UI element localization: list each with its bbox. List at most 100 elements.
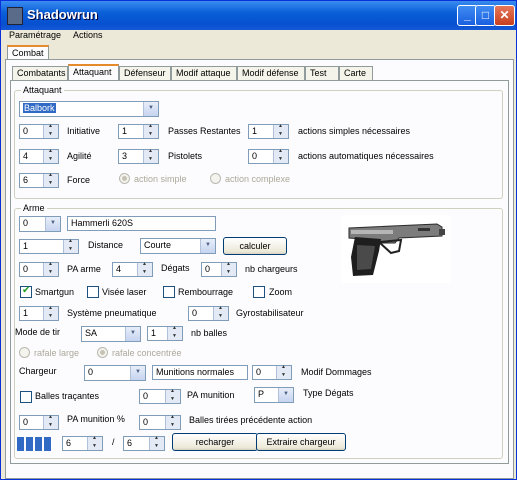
spinner-arrows-icon[interactable]: [167, 325, 182, 340]
checkbox-zoom[interactable]: [253, 286, 265, 298]
title-bar[interactable]: Shadowrun _ □ ✕: [1, 1, 516, 30]
spinner-arrows-icon[interactable]: [137, 261, 152, 276]
pa-arme-spinner[interactable]: 0: [19, 261, 59, 277]
ammo-round-icon: [44, 437, 51, 451]
pneumatique-label: Système pneumatique: [67, 308, 157, 318]
pistolets-spinner[interactable]: 3: [118, 148, 159, 164]
checkbox-smartgun[interactable]: [20, 285, 32, 298]
spinner-arrows-icon[interactable]: [87, 435, 102, 450]
distance-spinner[interactable]: 1: [19, 238, 79, 254]
tab-combat[interactable]: Combat: [7, 45, 49, 59]
chevron-down-icon[interactable]: [143, 102, 158, 116]
calculer-button[interactable]: calculer: [223, 237, 287, 255]
spinner-arrows-icon[interactable]: [63, 238, 78, 253]
spinner-arrows-icon[interactable]: [43, 261, 58, 276]
spinner-arrows-icon[interactable]: [43, 305, 58, 320]
pa-munition-pct-value: 0: [23, 417, 29, 427]
force-spinner[interactable]: 6: [19, 172, 59, 188]
distance-select[interactable]: Courte: [140, 238, 216, 254]
maximize-icon[interactable]: □: [475, 5, 496, 26]
ammo-current-spinner[interactable]: 6: [62, 435, 103, 451]
tab-carte[interactable]: Carte: [339, 66, 373, 80]
ammo-max-spinner[interactable]: 6: [123, 435, 165, 451]
force-label: Force: [67, 175, 91, 185]
chargeur-value: 0: [88, 367, 94, 377]
munitions-value: Munitions normales: [156, 367, 235, 377]
pa-munition-pct-spinner[interactable]: 0: [19, 414, 59, 430]
checkbox-balles-tracantes[interactable]: [20, 391, 32, 403]
nb-balles-spinner[interactable]: 1: [147, 325, 183, 341]
ammo-separator: /: [112, 437, 115, 447]
spinner-arrows-icon[interactable]: [143, 148, 158, 163]
chargeurs-spinner[interactable]: 0: [201, 261, 237, 277]
actions-auto-spinner[interactable]: 0: [248, 148, 289, 164]
pa-munition-label: PA munition: [187, 390, 235, 400]
recharger-button[interactable]: recharger: [172, 433, 258, 451]
chevron-down-icon[interactable]: [125, 327, 140, 341]
checkbox-visee-laser-label: Visée laser: [102, 287, 147, 297]
pa-arme-label: PA arme: [67, 264, 101, 274]
spinner-arrows-icon[interactable]: [276, 364, 291, 379]
spinner-arrows-icon[interactable]: [149, 435, 164, 450]
checkbox-rembourrage[interactable]: [163, 286, 175, 298]
distance-value: 1: [23, 241, 29, 251]
spinner-arrows-icon[interactable]: [165, 414, 180, 429]
degats-spinner[interactable]: 4: [112, 261, 153, 277]
gyro-spinner[interactable]: 0: [188, 305, 229, 321]
tab-combatants[interactable]: Combatants: [12, 66, 68, 80]
force-value: 6: [23, 175, 29, 185]
spinner-arrows-icon[interactable]: [213, 305, 228, 320]
spinner-arrows-icon[interactable]: [43, 148, 58, 163]
tracantes-spinner[interactable]: 0: [139, 388, 181, 404]
extraire-chargeur-button[interactable]: Extraire chargeur: [256, 433, 346, 451]
arme-name-field[interactable]: Hammerli 620S: [67, 216, 216, 231]
passes-spinner[interactable]: 1: [118, 123, 159, 139]
arme-index-select[interactable]: 0: [19, 216, 61, 232]
checkbox-visee-laser[interactable]: [87, 286, 99, 298]
spinner-arrows-icon[interactable]: [43, 414, 58, 429]
menu-bar: Paramétrage Actions: [1, 30, 516, 44]
munitions-field[interactable]: Munitions normales: [152, 365, 248, 380]
radio-rafale-concentree: [97, 347, 108, 358]
actions-simples-value: 1: [252, 126, 258, 136]
chargeurs-value: 0: [205, 264, 211, 274]
chevron-down-icon[interactable]: [278, 388, 293, 402]
agilite-spinner[interactable]: 4: [19, 148, 59, 164]
attaquant-group-label: Attaquant: [21, 85, 64, 95]
mode-tir-value: SA: [85, 328, 98, 338]
ammo-round-icon: [17, 437, 24, 451]
menu-parametrage[interactable]: Paramétrage: [9, 30, 61, 40]
ammo-round-icon: [35, 437, 42, 451]
spinner-arrows-icon[interactable]: [43, 123, 58, 138]
tab-modif-attaque[interactable]: Modif attaque: [171, 66, 237, 80]
modif-dommages-spinner[interactable]: 0: [252, 364, 292, 380]
menu-actions[interactable]: Actions: [73, 30, 103, 40]
chevron-down-icon[interactable]: [130, 366, 145, 380]
tab-defenseur[interactable]: Défenseur: [119, 66, 171, 80]
radio-rafale-concentree-label: rafale concentrée: [112, 348, 182, 358]
spinner-arrows-icon[interactable]: [273, 123, 288, 138]
actions-simples-spinner[interactable]: 1: [248, 123, 289, 139]
pa-munition-select[interactable]: P: [254, 387, 294, 403]
spinner-arrows-icon[interactable]: [165, 388, 180, 403]
tab-attaquant[interactable]: Attaquant: [68, 64, 119, 80]
spinner-arrows-icon[interactable]: [273, 148, 288, 163]
pa-munition-value: P: [258, 389, 265, 399]
distance-label: Distance: [88, 240, 124, 250]
mode-tir-select[interactable]: SA: [81, 326, 141, 342]
chargeur-select[interactable]: 0: [84, 365, 146, 381]
spinner-arrows-icon[interactable]: [43, 172, 58, 187]
spinner-arrows-icon[interactable]: [143, 123, 158, 138]
attaquant-select[interactable]: Balbork: [19, 101, 159, 117]
checkbox-balles-tracantes-label: Balles traçantes: [35, 391, 100, 401]
pa-arme-value: 0: [23, 264, 29, 274]
tab-modif-defense[interactable]: Modif défense: [237, 66, 305, 80]
spinner-arrows-icon[interactable]: [221, 261, 236, 276]
close-icon[interactable]: ✕: [494, 5, 515, 26]
initiative-spinner[interactable]: 0: [19, 123, 59, 139]
tab-test[interactable]: Test: [305, 66, 339, 80]
pneumatique-spinner[interactable]: 1: [19, 305, 59, 321]
chevron-down-icon[interactable]: [45, 217, 60, 231]
chevron-down-icon[interactable]: [200, 239, 215, 253]
balles-tirees-spinner[interactable]: 0: [139, 414, 181, 430]
